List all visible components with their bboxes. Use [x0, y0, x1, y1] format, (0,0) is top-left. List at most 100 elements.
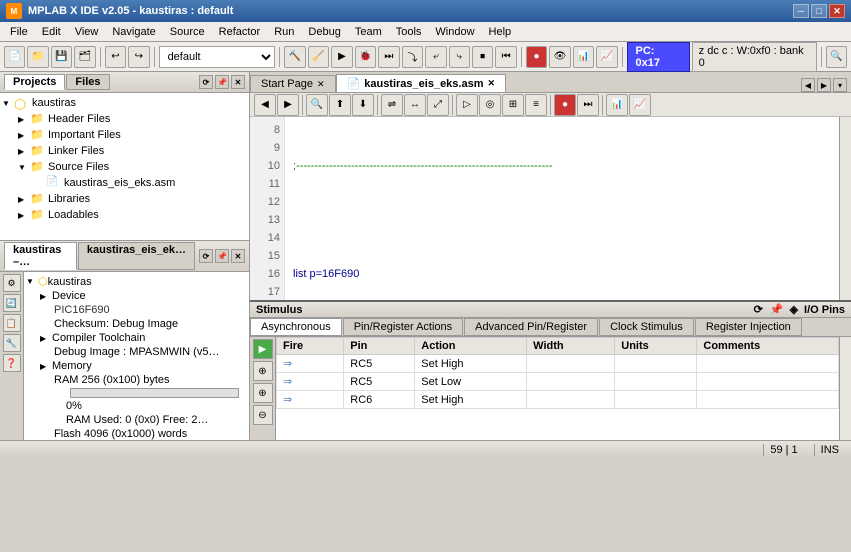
menu-run[interactable]: Run [268, 24, 300, 40]
files-tab[interactable]: Files [66, 74, 109, 90]
search-button[interactable]: 🔍 [826, 46, 847, 68]
code-editor[interactable]: 8 9 10 11 12 13 14 15 16 17 18 ;--------… [250, 117, 851, 300]
db-sync-icon[interactable]: ⟳ [199, 249, 213, 263]
window-controls[interactable]: ─ □ ✕ [793, 4, 845, 18]
menu-team[interactable]: Team [349, 24, 388, 40]
tab-start-page-close[interactable]: ✕ [317, 79, 325, 90]
tree-item-linker-files[interactable]: ▶ 📁 Linker Files [2, 143, 247, 159]
tree-item-asm-file[interactable]: 📄 kaustiras_eis_eks.asm [2, 175, 247, 191]
tab-scroll-right[interactable]: ▶ [817, 78, 831, 92]
run-button[interactable]: ▶ [331, 46, 352, 68]
dashboard-tab-2[interactable]: kaustiras_eis_ek… [78, 242, 195, 270]
table-row[interactable]: ⇒ RC5 Set Low [277, 373, 839, 391]
db-tree-flash[interactable]: Flash 4096 (0x1000) words [26, 427, 247, 440]
tab-asm-file[interactable]: 📄 kaustiras_eis_eks.asm ✕ [336, 74, 507, 92]
menu-tools[interactable]: Tools [390, 24, 428, 40]
menu-view[interactable]: View [69, 24, 105, 40]
tab-asm-close[interactable]: ✕ [488, 78, 496, 89]
tree-item-important-files[interactable]: ▶ 📁 Important Files [2, 127, 247, 143]
build-button[interactable]: 🔨 [284, 46, 305, 68]
menu-window[interactable]: Window [429, 24, 480, 40]
stim-add-btn1[interactable]: ⊕ [253, 361, 273, 381]
table-row[interactable]: ⇒ RC6 Set High [277, 391, 839, 409]
db-close-icon[interactable]: ✕ [231, 249, 245, 263]
menu-file[interactable]: File [4, 24, 34, 40]
halt-button[interactable]: ⏹ [472, 46, 493, 68]
tab-dropdown[interactable]: ▾ [833, 78, 847, 92]
step-into-button[interactable]: ⤶ [425, 46, 446, 68]
ed-find-button[interactable]: 🔍 [306, 94, 328, 116]
stim-play-btn[interactable]: ▶ [253, 339, 273, 359]
sync-icon[interactable]: ⟳ [199, 75, 213, 89]
db-tree-ram[interactable]: RAM 256 (0x100) bytes [26, 373, 247, 387]
save-all-button[interactable]: 🗂 [74, 46, 95, 68]
ed-back-button[interactable]: ◀ [254, 94, 276, 116]
dashboard-tab-1[interactable]: kaustiras –… [4, 242, 77, 270]
db-icon-1[interactable]: ⚙ [3, 274, 21, 292]
minimize-button[interactable]: ─ [793, 4, 809, 18]
project-tree[interactable]: ▼ ⬡ kaustiras ▶ 📁 Header Files ▶ 📁 Impor… [0, 93, 249, 240]
db-tree-toolchain[interactable]: ▶ Compiler Toolchain [26, 331, 247, 345]
undo-button[interactable]: ↩ [105, 46, 126, 68]
open-button[interactable]: 📁 [27, 46, 48, 68]
db-tree-device[interactable]: ▶ Device [26, 289, 247, 303]
db-icon-3[interactable]: 📋 [3, 314, 21, 332]
panel-tabs[interactable]: Projects Files [4, 74, 110, 90]
tab-pin-reg[interactable]: Pin/Register Actions [343, 318, 463, 336]
ed-action-btn4[interactable]: ≡ [525, 94, 547, 116]
ed-forward-button[interactable]: ▶ [277, 94, 299, 116]
maximize-button[interactable]: □ [811, 4, 827, 18]
row1-fire[interactable]: ⇒ [277, 355, 344, 373]
step-out-button[interactable]: ⤷ [449, 46, 470, 68]
db-tree-memory[interactable]: ▶ Memory [26, 359, 247, 373]
db-tree-pic[interactable]: PIC16F690 [26, 303, 247, 317]
menu-debug[interactable]: Debug [302, 24, 346, 40]
ed-toggle-btn1[interactable]: ⇌ [381, 94, 403, 116]
pin-stim-icon[interactable]: 📌 [770, 304, 784, 316]
db-icon-4[interactable]: 🔧 [3, 334, 21, 352]
chart-button[interactable]: 📊 [573, 46, 594, 68]
step-button[interactable]: ⏭ [378, 46, 399, 68]
db-icon-2[interactable]: 🔄 [3, 294, 21, 312]
tab-scroll-left[interactable]: ◀ [801, 78, 815, 92]
menu-refactor[interactable]: Refactor [213, 24, 267, 40]
step-over-button[interactable]: ⤵ [402, 46, 423, 68]
pin-icon[interactable]: 📌 [215, 75, 229, 89]
stim-add-btn2[interactable]: ⊕ [253, 383, 273, 403]
new-button[interactable]: 📄 [4, 46, 25, 68]
tree-item-header-files[interactable]: ▶ 📁 Header Files [2, 111, 247, 127]
code-content[interactable]: ;---------------------------------------… [285, 117, 839, 300]
menu-edit[interactable]: Edit [36, 24, 67, 40]
tab-async[interactable]: Asynchronous [250, 318, 342, 336]
ed-action-btn2[interactable]: ◎ [479, 94, 501, 116]
tree-item-loadables[interactable]: ▶ 📁 Loadables [2, 207, 247, 223]
debug-button[interactable]: 🐞 [355, 46, 376, 68]
clean-button[interactable]: 🧹 [308, 46, 329, 68]
tab-start-page[interactable]: Start Page ✕ [250, 75, 336, 92]
table-row[interactable]: ⇒ RC5 Set High [277, 355, 839, 373]
stimulus-scrollbar-v[interactable] [839, 337, 851, 440]
db-tree-debugimage[interactable]: Debug Image : MPASMWIN (v5… [26, 345, 247, 359]
ed-run-btn[interactable]: ● [554, 94, 576, 116]
ed-action-btn1[interactable]: ▷ [456, 94, 478, 116]
graph-button[interactable]: 📈 [596, 46, 617, 68]
watch-button[interactable]: 👁 [549, 46, 570, 68]
menu-navigate[interactable]: Navigate [106, 24, 161, 40]
ed-run-btn2[interactable]: ⏭ [577, 94, 599, 116]
editor-scrollbar-v[interactable] [839, 117, 851, 300]
stim-del-btn[interactable]: ⊖ [253, 405, 273, 425]
close-panel-icon[interactable]: ✕ [231, 75, 245, 89]
menu-help[interactable]: Help [483, 24, 518, 40]
db-icon-5[interactable]: ❓ [3, 354, 21, 372]
close-button[interactable]: ✕ [829, 4, 845, 18]
sync-stim-icon[interactable]: ⟳ [754, 304, 763, 316]
ed-chart-btn2[interactable]: 📈 [629, 94, 651, 116]
tab-reg-inj[interactable]: Register Injection [695, 318, 802, 336]
tree-item-libraries[interactable]: ▶ 📁 Libraries [2, 191, 247, 207]
dashboard-tabs[interactable]: kaustiras –… kaustiras_eis_ek… [4, 242, 195, 270]
ed-find-next[interactable]: ⬇ [352, 94, 374, 116]
dashboard-tree[interactable]: ▼ ⬡ kaustiras ▶ Device PIC16F690 [24, 272, 249, 440]
row3-fire[interactable]: ⇒ [277, 391, 344, 409]
redo-button[interactable]: ↪ [128, 46, 149, 68]
tab-adv-pin[interactable]: Advanced Pin/Register [464, 318, 598, 336]
